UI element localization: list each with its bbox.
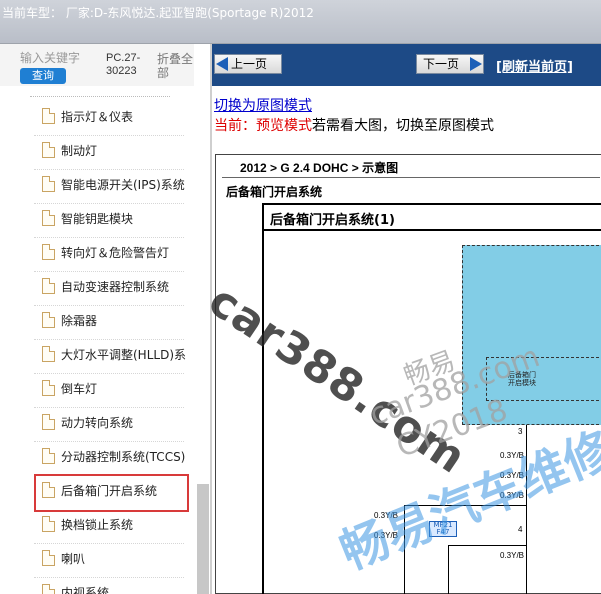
module-inner-box [486, 357, 601, 401]
keyword-input[interactable] [20, 50, 84, 66]
document-icon [42, 482, 55, 498]
wire [448, 545, 526, 546]
wire-label: 0.3Y/B [374, 511, 399, 520]
window-titlebar: 当前车型： 厂家:D-东风悦达.起亚智跑(Sportage R)2012 [0, 0, 601, 44]
document-icon [42, 448, 55, 464]
sidebar-scroll-thumb[interactable] [197, 484, 209, 594]
document-icon [42, 176, 55, 192]
tree-item-label: 智能电源开关(IPS)系统 [61, 178, 185, 192]
tree-item-label: 转向灯＆危险警告灯 [61, 246, 170, 260]
document-icon [42, 108, 55, 124]
pc-number: PC.27-30223 [106, 52, 141, 77]
prev-page-label: 上一页 [231, 57, 268, 71]
tree-item-label: 制动灯 [61, 144, 98, 158]
arrow-left-icon [216, 57, 228, 71]
arrow-right-icon [470, 57, 482, 71]
collapse-all-button[interactable]: 折叠全部 [157, 52, 197, 80]
tree-item-label: 自动变速器控制系统 [61, 280, 170, 294]
tree-divider [30, 96, 170, 97]
document-icon [42, 550, 55, 566]
tree-item[interactable]: 除霜器 [34, 306, 194, 340]
tree-item-selected[interactable]: 后备箱门开启系统 [34, 474, 189, 512]
diagram-title-rule [264, 229, 601, 231]
tree-item-label: 后备箱门开启系统 [61, 484, 158, 498]
page-navbar: 上一页 下一页 [刷新当前页] [212, 44, 601, 86]
connector-tag: MF21 F47 [429, 521, 457, 537]
document-breadcrumb: 2012 > G 2.4 DOHC > 示意图 [240, 161, 399, 175]
status-hint: 若需看大图，切换至原图模式 [312, 118, 494, 134]
refresh-page-link[interactable]: [刷新当前页] [496, 56, 573, 75]
document-icon [42, 244, 55, 260]
wire-label: 0.3Y/B [374, 531, 399, 540]
tree-item-label: 大灯水平调整(HLLD)系 [61, 348, 186, 362]
tree-item-label: 分动器控制系统(TCCS) [61, 450, 186, 464]
wire-label: 4 [518, 525, 523, 534]
viewer-panel: 上一页 下一页 [刷新当前页] 切换为原图模式 当前：预览模式若需看大图，切换至… [212, 44, 601, 594]
tree-item-label: 智能钥匙模块 [61, 212, 134, 226]
tree-item[interactable]: 智能钥匙模块 [34, 204, 194, 238]
tree-item-label: 动力转向系统 [61, 416, 134, 430]
module-label: 后备箱门 开启模块 [508, 371, 536, 387]
tree-item-label: 换档锁止系统 [61, 518, 134, 532]
system-tree: 指示灯＆仪表 制动灯 智能电源开关(IPS)系统 智能钥匙模块 转向灯＆危险警告… [0, 86, 194, 594]
status-mode: 预览模式 [256, 118, 312, 134]
document-icon [42, 414, 55, 430]
wire-label: 0.3Y/B [500, 551, 525, 560]
search-bar: 查询 PC.27-30223 折叠全部 [0, 44, 210, 86]
sidebar: 查询 PC.27-30223 折叠全部 指示灯＆仪表 制动灯 智能电源开关(IP… [0, 44, 210, 594]
diagram-title: 后备箱门开启系统(1) [270, 213, 395, 228]
tree-item[interactable]: 喇叭 [34, 544, 194, 578]
wire-label: 0.3Y/B [500, 491, 525, 500]
wire-label: 0.3Y/B [500, 471, 525, 480]
tree-item-label: 除霜器 [61, 314, 98, 328]
tree-item[interactable]: 自动变速器控制系统 [34, 272, 194, 306]
tree-item[interactable]: 指示灯＆仪表 [34, 102, 194, 136]
document-icon [42, 516, 55, 532]
wire [448, 545, 449, 594]
tree-item[interactable]: 转向灯＆危险警告灯 [34, 238, 194, 272]
tree-item[interactable]: 换档锁止系统 [34, 510, 194, 544]
document-icon [42, 142, 55, 158]
system-title: 后备箱门开启系统 [226, 185, 323, 199]
document-icon [42, 380, 55, 396]
query-button[interactable]: 查询 [20, 68, 66, 84]
tree-item[interactable]: 内视系统 [34, 578, 194, 594]
wire [404, 505, 526, 506]
next-page-button[interactable]: 下一页 [416, 54, 484, 74]
tree-item[interactable]: 大灯水平调整(HLLD)系 [34, 340, 194, 374]
wiring-diagram: 后备箱门开启系统(1) 后备箱门 开启模块 3 0.3Y/B 0.3Y/B 0.… [262, 203, 601, 594]
document-icon [42, 584, 55, 594]
current-vehicle-title: 当前车型： 厂家:D-东风悦达.起亚智跑(Sportage R)2012 [2, 6, 314, 20]
switch-original-mode-link[interactable]: 切换为原图模式 [214, 95, 312, 115]
tree-item[interactable]: 倒车灯 [34, 374, 194, 408]
tree-item[interactable]: 动力转向系统 [34, 408, 194, 442]
tree-item[interactable]: 智能电源开关(IPS)系统 [34, 170, 194, 204]
tree-item[interactable]: 制动灯 [34, 136, 194, 170]
next-page-label: 下一页 [423, 57, 460, 71]
breadcrumb-rule [222, 177, 600, 178]
document-icon [42, 312, 55, 328]
prev-page-button[interactable]: 上一页 [214, 54, 282, 74]
view-mode-status: 当前：预览模式若需看大图，切换至原图模式 [214, 115, 494, 135]
wire-label: 3 [518, 427, 523, 436]
document-icon [42, 278, 55, 294]
document-icon [42, 210, 55, 226]
wire [404, 505, 405, 594]
document-content: 2012 > G 2.4 DOHC > 示意图 后备箱门开启系统 后备箱门开启系… [215, 154, 601, 594]
document-icon [42, 346, 55, 362]
wire [526, 425, 527, 594]
tree-item-label: 喇叭 [61, 552, 86, 566]
tree-item-label: 倒车灯 [61, 382, 98, 396]
tree-item[interactable]: 分动器控制系统(TCCS) [34, 442, 194, 476]
status-prefix: 当前： [214, 118, 256, 134]
wire-label: 0.3Y/B [500, 451, 525, 460]
tree-item-label: 指示灯＆仪表 [61, 110, 134, 124]
tree-item-label: 内视系统 [61, 586, 110, 594]
